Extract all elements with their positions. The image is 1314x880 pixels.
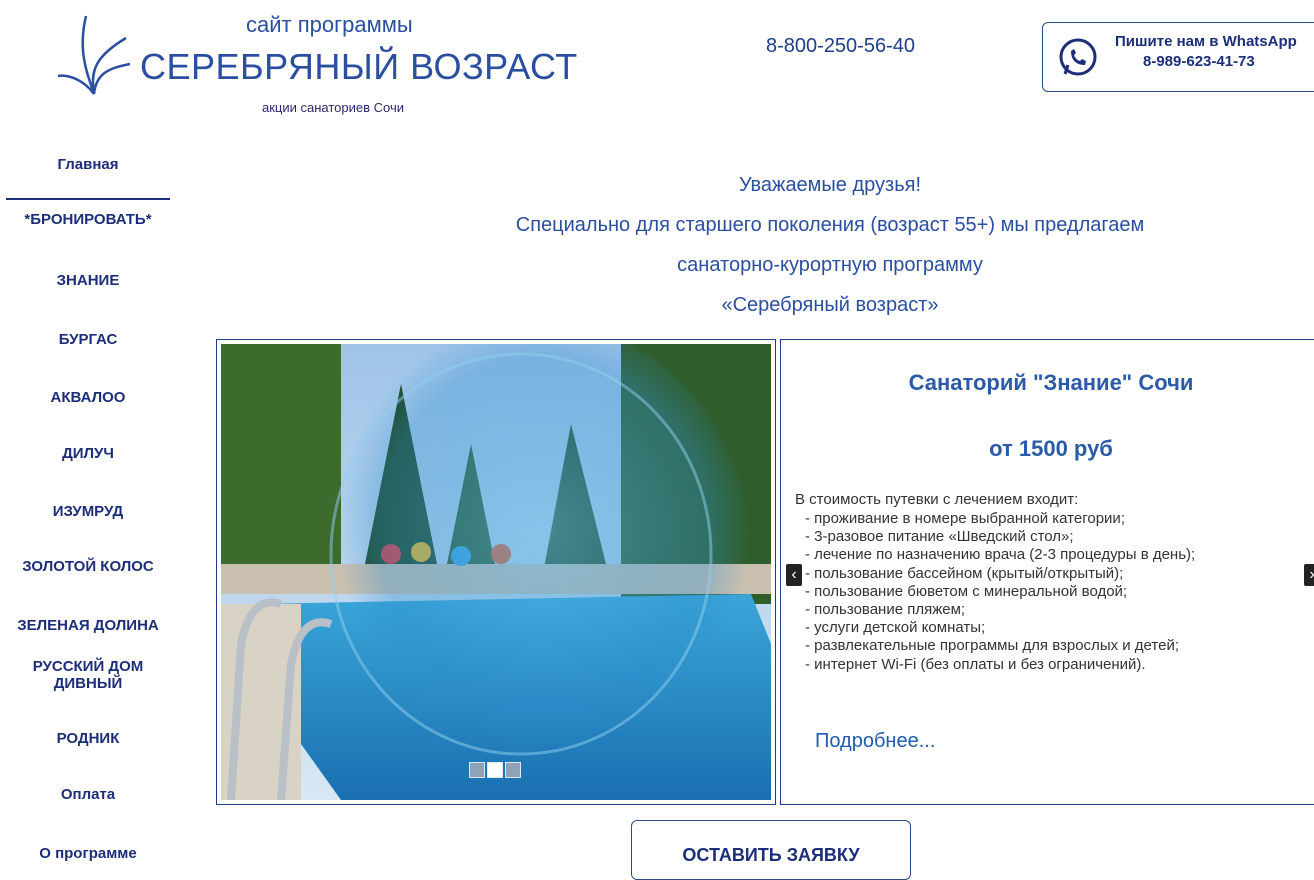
nav-item-diluch[interactable]: ДИЛУЧ <box>0 445 176 462</box>
logo-title[interactable]: СЕРЕБРЯНЫЙ ВОЗРАСТ <box>140 46 578 88</box>
list-item: - 3-разовое питание «Шведский стол»; <box>805 528 1074 546</box>
nav-item-russkiy-dom[interactable]: РУССКИЙ ДОМ ДИВНЫЙ <box>13 658 163 692</box>
slider-next-button[interactable]: › <box>1304 564 1314 586</box>
nav-item-izumrud[interactable]: ИЗУМРУД <box>0 503 176 520</box>
logo-tagline: акции санаториев Сочи <box>262 100 404 115</box>
list-item: - пользование бассейном (крытый/открытый… <box>805 564 1124 582</box>
phone-number[interactable]: 8-800-250-56-40 <box>766 35 915 58</box>
slider-prev-button[interactable]: ‹ <box>786 564 802 586</box>
nav-item-home[interactable]: Главная <box>0 156 176 200</box>
nav-item-zelenaya-dolina[interactable]: ЗЕЛЕНАЯ ДОЛИНА <box>0 617 176 634</box>
intro-line: Уважаемые друзья! <box>738 174 922 196</box>
list-item: - проживание в номере выбранной категори… <box>805 510 1125 527</box>
nav-item-akvaloo[interactable]: АКВАЛОО <box>0 389 176 406</box>
slide-info-panel: Санаторий "Знание" Сочи от 1500 руб В ст… <box>780 339 1314 805</box>
list-item: - услуги детской комнаты; <box>805 619 986 637</box>
slide-title: Санаторий "Знание" Сочи <box>908 370 1194 395</box>
leave-request-button[interactable]: ОСТАВИТЬ ЗАЯВКУ <box>631 820 911 880</box>
nav-item-zolotoy-kolos[interactable]: ЗОЛОТОЙ КОЛОС <box>0 558 176 575</box>
slide-price: от 1500 руб <box>989 436 1113 461</box>
nav-item-rodnik[interactable]: РОДНИК <box>0 730 176 747</box>
chevron-left-icon: ‹ <box>791 566 797 583</box>
nav-item-book[interactable]: *БРОНИРОВАТЬ* <box>0 211 176 228</box>
logo-icon <box>57 15 131 95</box>
intro-line: санаторно-курортную программу <box>677 254 983 276</box>
whatsapp-contact-button[interactable]: Пишите нам в WhatsApp 8-989-623-41-73 <box>1042 22 1314 92</box>
slider-dot[interactable] <box>505 762 521 778</box>
sanatorium-pool-photo <box>221 344 771 800</box>
intro-line: «Серебряный возраст» <box>721 294 939 316</box>
slider-dot-active[interactable] <box>487 762 503 778</box>
slide-lead: В стоимость путевки с лечением входит: <box>795 491 1079 508</box>
whatsapp-icon <box>1059 38 1097 76</box>
whatsapp-label: Пишите нам в WhatsApp <box>1115 33 1297 50</box>
slider-dots <box>469 762 521 778</box>
list-item: - пользование пляжем; <box>805 600 966 618</box>
slide-includes-list: - проживание в номере выбранной категори… <box>805 510 1195 674</box>
nav-item-znanie[interactable]: ЗНАНИЕ <box>0 272 176 289</box>
whatsapp-number: 8-989-623-41-73 <box>1143 53 1255 70</box>
slider-image-frame <box>216 339 776 805</box>
intro-line: Специально для старшего поколения (возра… <box>515 214 1145 236</box>
intro-text: Уважаемые друзья! Специально для старшег… <box>400 170 1260 330</box>
chevron-right-icon: › <box>1309 566 1314 583</box>
list-item: - интернет Wi-Fi (без оплаты и без огран… <box>805 655 1146 673</box>
nav-item-payment[interactable]: Оплата <box>0 786 176 803</box>
nav-item-burgas[interactable]: БУРГАС <box>0 331 176 348</box>
more-link[interactable]: Подробнее... <box>815 730 935 753</box>
list-item: - развлекательные программы для взрослых… <box>805 637 1179 655</box>
nav-item-about[interactable]: О программе <box>0 845 176 862</box>
list-item: - лечение по назначению врача (2-3 проце… <box>805 546 1196 564</box>
logo-subtitle: сайт программы <box>246 12 413 37</box>
slider-dot[interactable] <box>469 762 485 778</box>
list-item: - пользование бюветом с минеральной водо… <box>805 582 1128 600</box>
